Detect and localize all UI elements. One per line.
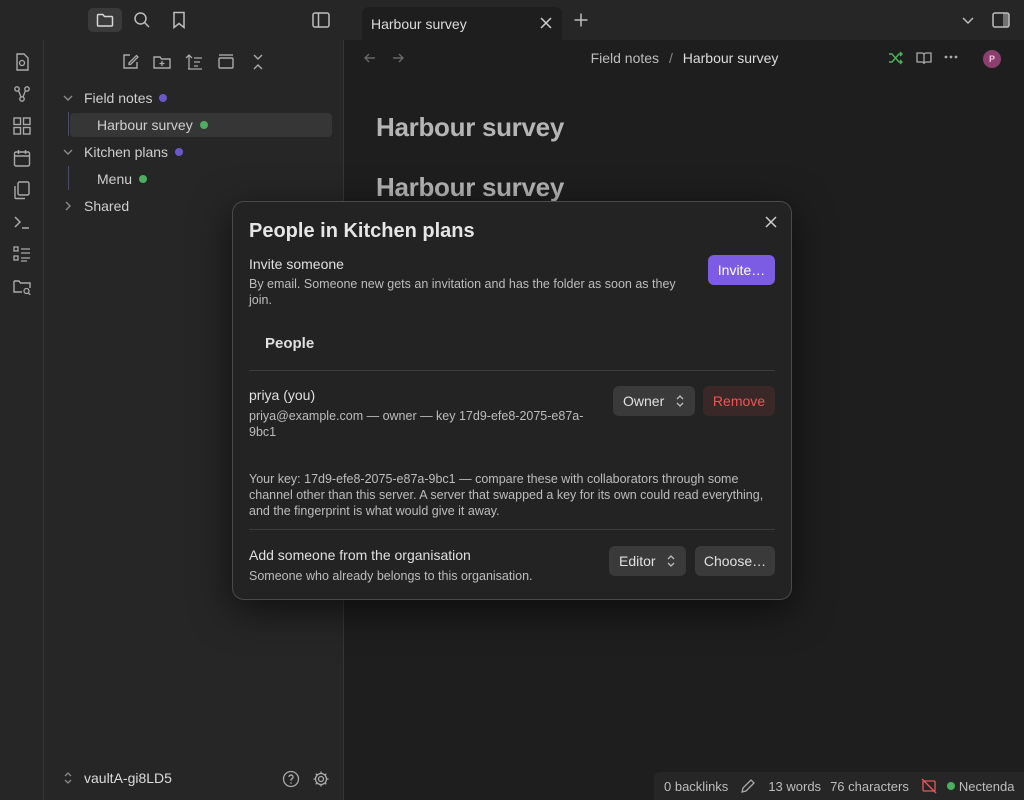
pencil-icon[interactable] (740, 778, 756, 794)
file-harbour-survey[interactable]: Harbour survey (70, 113, 332, 137)
chevron-down-icon (63, 149, 73, 155)
member-detail: priya@example.com — owner — key 17d9-efe… (249, 409, 584, 439)
gear-icon[interactable] (312, 770, 330, 788)
toggle-right-sidebar-icon[interactable] (984, 8, 1018, 32)
people-modal: People in Kitchen plans Invite someone B… (232, 201, 792, 600)
role-value: Owner (623, 393, 665, 409)
indent-guide (68, 166, 69, 190)
status-dot (175, 148, 184, 156)
breadcrumb-separator: / (668, 50, 673, 66)
add-member-description: Someone who already belongs to this orga… (249, 569, 533, 583)
people-heading: People (265, 335, 315, 352)
modal-title: People in Kitchen plans (249, 220, 475, 242)
graph-icon[interactable] (12, 84, 32, 104)
divider (249, 370, 775, 371)
new-folder-icon[interactable] (152, 52, 172, 72)
remove-button[interactable]: Remove (703, 386, 775, 416)
divider (249, 529, 775, 530)
files-icon[interactable] (88, 8, 122, 32)
vault-switcher[interactable]: vaultA-gi8LD5 (62, 770, 172, 786)
character-count: 76 characters (830, 778, 909, 794)
sync-name[interactable]: Nectenda (959, 779, 1015, 794)
status-dot (159, 94, 168, 102)
file-menu[interactable]: Menu (70, 167, 332, 191)
blocks-icon[interactable] (12, 116, 32, 136)
chevron-right-icon (65, 201, 71, 211)
file-label: Harbour survey (97, 117, 193, 133)
sync-off-icon[interactable] (921, 778, 937, 794)
ribbon (0, 40, 44, 800)
status-dot (199, 121, 208, 129)
folder-search-icon[interactable] (12, 276, 32, 296)
close-icon[interactable] (538, 15, 554, 31)
breadcrumb-current[interactable]: Harbour survey (683, 50, 779, 66)
status-dot (139, 175, 148, 183)
close-icon[interactable] (763, 214, 779, 230)
bookmark-icon[interactable] (162, 8, 196, 32)
terminal-icon[interactable] (12, 212, 32, 232)
folder-label: Shared (84, 198, 130, 214)
help-icon[interactable] (282, 770, 300, 788)
status-bar: 0 backlinks 13 words 76 characters Necte… (654, 772, 1024, 800)
sort-icon[interactable] (184, 52, 204, 72)
list-icon[interactable] (12, 244, 32, 264)
folder-field-notes[interactable]: Field notes (62, 86, 332, 110)
copy-icon[interactable] (12, 180, 32, 200)
tab-title: Harbour survey (371, 15, 467, 32)
title-bar: Harbour survey (0, 0, 1024, 40)
search-icon[interactable] (125, 8, 159, 32)
invite-button[interactable]: Invite… (708, 255, 775, 285)
note-search-icon[interactable] (12, 52, 32, 72)
chevron-updown-icon (676, 395, 684, 407)
chevron-updown-icon (64, 772, 72, 784)
choose-button[interactable]: Choose… (695, 546, 775, 576)
reading-view-icon[interactable] (916, 51, 932, 65)
key-note: Your key: 17d9-efe8-2075-e87a-9bc1 — com… (249, 472, 764, 518)
invite-description: By email. Someone new gets an invitation… (249, 277, 676, 307)
indent-guide (68, 112, 69, 136)
vault-name: vaultA-gi8LD5 (84, 770, 172, 786)
calendar-icon[interactable] (12, 148, 32, 168)
file-label: Menu (97, 171, 133, 187)
chevron-updown-icon (667, 555, 675, 567)
word-count: 13 words (768, 778, 822, 794)
collapse-view-icon[interactable] (216, 52, 236, 72)
add-member-label: Add someone from the organisation (249, 547, 471, 563)
member-role-select[interactable]: Owner (613, 386, 695, 416)
role-value: Editor (619, 553, 656, 569)
invite-label: Invite someone (249, 256, 344, 272)
chevron-down-icon (63, 95, 73, 101)
folder-kitchen-plans[interactable]: Kitchen plans (62, 140, 332, 164)
folder-label: Field notes (84, 90, 153, 106)
backlinks-count[interactable]: 0 backlinks (664, 779, 728, 794)
new-note-icon[interactable] (120, 52, 140, 72)
tab-harbour-survey[interactable]: Harbour survey (362, 7, 562, 40)
folder-label: Kitchen plans (84, 144, 169, 160)
status-dot (946, 782, 955, 790)
toggle-sidebar-icon[interactable] (304, 8, 338, 32)
note-heading[interactable]: Harbour survey (376, 172, 564, 203)
new-tab-icon[interactable] (564, 8, 598, 32)
more-options-icon[interactable] (944, 55, 958, 59)
sync-shuffle-icon[interactable] (888, 51, 904, 65)
chevron-down-icon[interactable] (951, 8, 985, 32)
add-role-select[interactable]: Editor (609, 546, 686, 576)
collapse-all-icon[interactable] (248, 52, 268, 72)
member-name: priya (you) (249, 387, 316, 403)
breadcrumb-parent[interactable]: Field notes (591, 50, 659, 66)
inline-title[interactable]: Harbour survey (376, 112, 564, 143)
avatar[interactable]: P (983, 50, 1001, 68)
